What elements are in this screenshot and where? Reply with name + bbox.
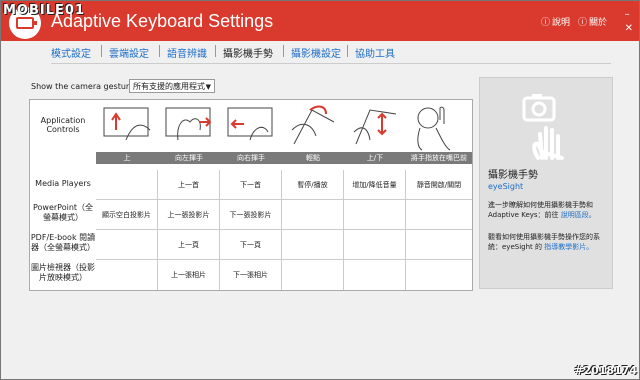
table-cell: [282, 260, 344, 290]
gesture-up-down-image: [344, 100, 407, 152]
table-cell: 下一張相片: [220, 260, 282, 290]
hand-up-down-icon: [353, 109, 397, 145]
tab-divider: [283, 45, 284, 57]
tab-divider: [101, 45, 102, 57]
side-text-1: 進一步瞭解如何使用攝影機手勢和 Adaptive Keys：前往 說明區段。: [488, 200, 606, 220]
camera-gesture-icon: [522, 94, 564, 160]
tab-cloud[interactable]: 雲端設定: [109, 45, 149, 60]
title-links: ⓘ 說明 ⓘ 關於: [541, 15, 607, 28]
table-cell: [282, 230, 344, 260]
table-cell: 上一張投影片: [158, 200, 220, 230]
table-cell: 下一頁: [220, 230, 282, 260]
chevron-down-icon: ▼: [205, 83, 211, 91]
tab-camera-settings[interactable]: 攝影機設定: [291, 45, 341, 60]
table-cell: 上一張相片: [158, 260, 220, 290]
table-cell: [344, 260, 406, 290]
gesture-name-bar: 上 向左揮手 向右揮手 輕點 上/下 將手指放在嘴巴前: [96, 152, 472, 164]
gesture-label: 輕點: [306, 154, 320, 162]
tab-underline: [51, 63, 611, 64]
info-icon: ⓘ: [577, 18, 587, 28]
app-window: MOBILE01 Adaptive Keyboard Settings ⓘ 說明 …: [0, 0, 640, 380]
table-cell: [406, 260, 472, 290]
finger-on-lips-icon: [417, 106, 451, 151]
gesture-swipe-right-image: [220, 100, 283, 152]
table-cell: [282, 200, 344, 230]
hand-up-icon: [103, 107, 151, 141]
app-row-label: PowerPoint（全螢幕模式）: [32, 203, 94, 222]
table-cell: [406, 200, 472, 230]
table-cell: 顯示空白投影片: [96, 200, 158, 230]
gesture-up-image: [96, 100, 159, 152]
app-filter-select[interactable]: 所有支援的應用程式 ▼: [129, 79, 215, 93]
table-cell: [344, 200, 406, 230]
table-cell: 上一頁: [158, 230, 220, 260]
table-cell: [96, 260, 158, 290]
table-cell: 下一首: [220, 170, 282, 200]
gesture-label: 向右揮手: [237, 154, 265, 162]
gesture-tap-image: [282, 100, 345, 152]
hand-tap-icon: [291, 105, 335, 145]
table-cell: 暫停/播放: [282, 170, 344, 200]
tab-divider: [347, 45, 348, 57]
gesture-label: 向左揮手: [175, 154, 203, 162]
title-bar: MOBILE01 Adaptive Keyboard Settings ⓘ 說明 …: [1, 1, 639, 41]
about-link[interactable]: ⓘ 關於: [578, 15, 607, 28]
help-link[interactable]: ⓘ 說明: [541, 15, 570, 28]
minimize-icon[interactable]: –: [625, 10, 633, 20]
table-cell: [96, 230, 158, 260]
table-cell: 靜音開啟/關閉: [406, 170, 472, 200]
table-cell: [96, 170, 158, 200]
about-label: 關於: [588, 18, 607, 28]
window-buttons: – ✕: [625, 10, 633, 34]
corner-label: Application Controls: [40, 116, 86, 134]
tab-accessibility[interactable]: 協助工具: [355, 45, 395, 60]
table-cell: [344, 230, 406, 260]
gesture-table: Application Controls 上 向左揮手 向右揮手 輕點 上/下 …: [29, 99, 473, 291]
table-cell: 下一張投影片: [220, 200, 282, 230]
app-row-label: Media Players: [35, 179, 91, 188]
side-title: 攝影機手勢: [488, 170, 538, 181]
side-text-2: 觀看如何使用攝影機手勢操作您的系統：eyeSight 的 指導教學影片。: [488, 232, 606, 252]
close-icon[interactable]: ✕: [625, 24, 633, 34]
side-brand: eyeSight: [488, 182, 524, 191]
hand-swipe-right-icon: [227, 107, 273, 141]
info-panel: 攝影機手勢 eyeSight 進一步瞭解如何使用攝影機手勢和 Adaptive …: [479, 77, 613, 289]
filter-value: 所有支援的應用程式: [133, 82, 205, 91]
app-title: Adaptive Keyboard Settings: [51, 11, 274, 31]
help-icon: ⓘ: [540, 18, 550, 28]
table-cell: [406, 230, 472, 260]
post-id-stamp: #2018174: [574, 364, 637, 377]
app-row-label: PDF/E-book 閱讀器（全螢幕模式）: [30, 233, 96, 252]
table-cell: 上一首: [158, 170, 220, 200]
tab-divider: [159, 45, 160, 57]
gesture-swipe-left-image: [158, 100, 221, 152]
hand-swipe-left-icon: [165, 107, 212, 141]
tab-camera-gesture[interactable]: 攝影機手勢: [223, 45, 273, 60]
app-row-label: 圖片檢視器（投影片放映模式）: [31, 263, 95, 282]
tab-voice[interactable]: 語音辨識: [167, 45, 207, 60]
help-section-link[interactable]: 說明區段。: [561, 211, 596, 219]
tab-divider: [215, 45, 216, 57]
gesture-finger-lips-image: [406, 100, 472, 152]
tab-bar: 模式設定 雲端設定 語音辨識 攝影機手勢 攝影機設定 協助工具: [1, 41, 639, 63]
gesture-label: 上/下: [366, 154, 384, 162]
table-cell: 增加/降低音量: [344, 170, 406, 200]
tab-mode[interactable]: 模式設定: [51, 45, 91, 60]
tutorial-video-link[interactable]: 指導教學影片。: [544, 243, 593, 251]
gesture-label: 將手指放在嘴巴前: [411, 154, 467, 162]
help-label: 說明: [551, 18, 570, 28]
gesture-label: 上: [123, 154, 131, 162]
